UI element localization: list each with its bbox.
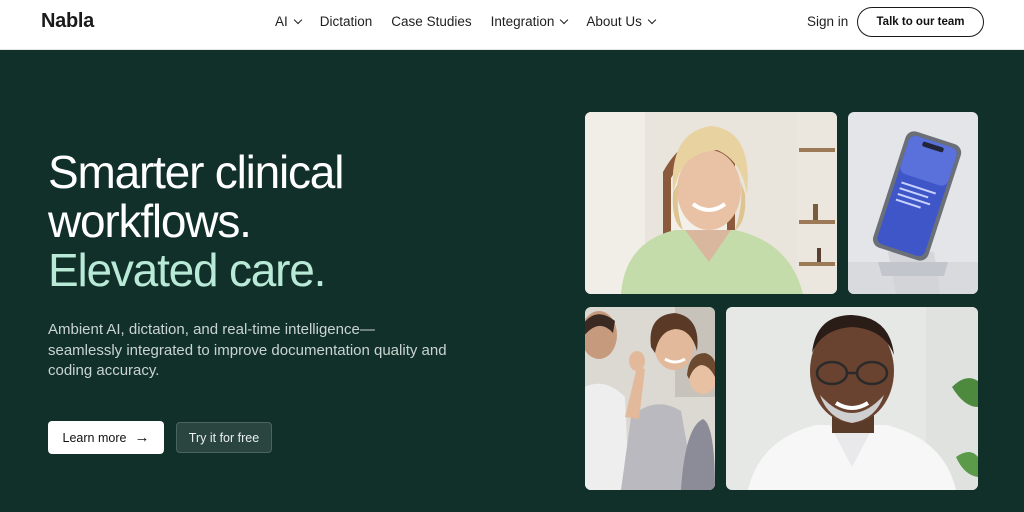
- nabla-logo[interactable]: Nabla: [41, 10, 94, 33]
- hero-subtitle: Ambient AI, dictation, and real-time int…: [48, 321, 447, 379]
- learn-more-button[interactable]: Learn more →: [48, 421, 164, 454]
- nav-item-integration[interactable]: Integration: [490, 14, 569, 29]
- nav-label-ai: AI: [275, 14, 288, 29]
- learn-more-label: Learn more: [62, 430, 127, 445]
- nav-label-dictation: Dictation: [319, 14, 373, 29]
- talk-to-team-button[interactable]: Talk to our team: [857, 7, 984, 37]
- hero-title-accent: Elevated care.: [48, 244, 326, 296]
- chevron-down-icon: [647, 15, 657, 24]
- site-header: Nabla AI Dictation Case Studies Integrat…: [0, 0, 1024, 50]
- hero-title: Smarter clinical workflows. Elevated car…: [48, 146, 344, 296]
- photo-smiling-doctor: [726, 307, 978, 490]
- arrow-right-icon: →: [134, 429, 150, 446]
- photo-phone-on-stand: [848, 112, 978, 294]
- nav-item-about-us[interactable]: About Us: [586, 14, 657, 29]
- chevron-down-icon: [293, 15, 303, 24]
- chevron-down-icon: [560, 15, 569, 24]
- photo-smiling-woman: [585, 112, 837, 294]
- try-free-button[interactable]: Try it for free: [176, 422, 272, 453]
- nav-label-case-studies: Case Studies: [391, 14, 472, 29]
- nav-item-ai[interactable]: AI: [275, 14, 303, 29]
- hero-title-line-2: workflows.: [48, 195, 252, 247]
- nav-item-case-studies[interactable]: Case Studies: [391, 14, 471, 29]
- sign-in-link[interactable]: Sign in: [807, 14, 848, 29]
- nav-item-dictation[interactable]: Dictation: [320, 14, 373, 29]
- nav-label-about-us: About Us: [586, 14, 642, 29]
- photo-family-high-five: [585, 307, 715, 490]
- nav-label-integration: Integration: [490, 14, 555, 29]
- hero-title-line-1: Smarter clinical: [48, 146, 344, 198]
- main-nav: AI Dictation Case Studies Integration Ab…: [275, 14, 674, 29]
